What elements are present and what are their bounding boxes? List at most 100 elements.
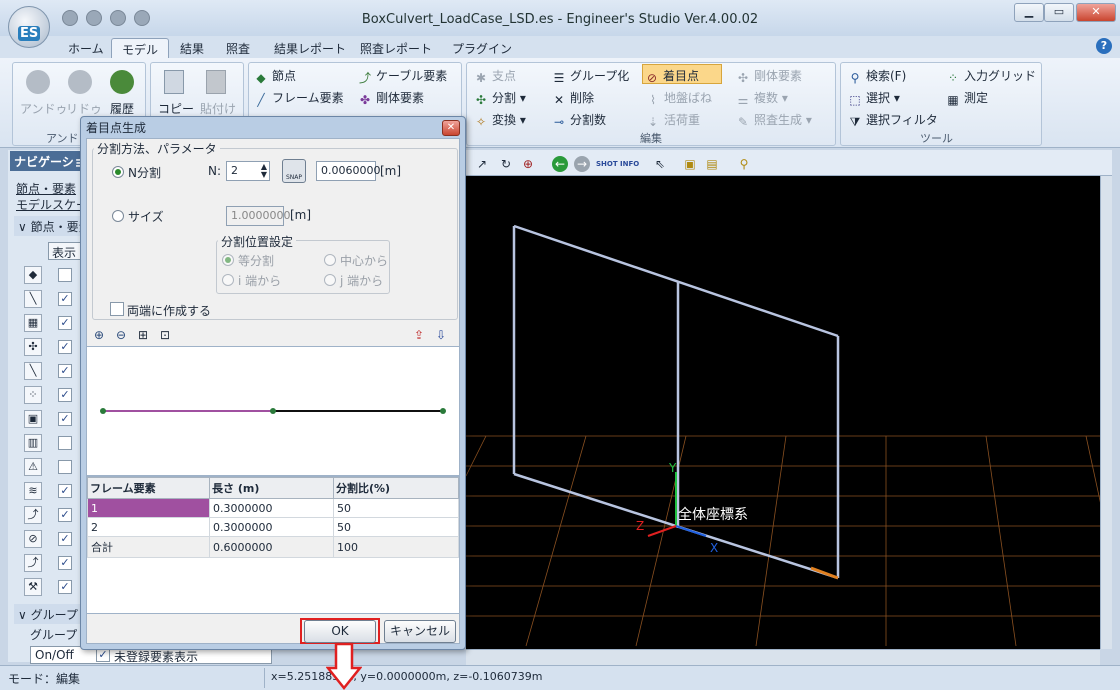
zoom-in-icon[interactable]: ⊕ <box>94 328 104 342</box>
input-grid-button[interactable]: ⁘ 入力グリッド <box>946 67 1036 85</box>
rotate-icon[interactable]: ↻ <box>498 156 514 172</box>
pick-icon[interactable]: ⇖ <box>652 156 668 172</box>
shot-icon[interactable]: SHOT <box>596 156 618 172</box>
horizontal-scrollbar[interactable] <box>466 649 1100 665</box>
node-button[interactable]: ◆ 節点 <box>254 67 296 85</box>
cell-ratio[interactable]: 50 <box>333 498 459 518</box>
nav-link-scale[interactable]: モデルスケール <box>16 196 80 213</box>
fit-icon[interactable]: ⊞ <box>138 328 148 342</box>
n-split-radio[interactable] <box>112 166 124 178</box>
dialog-close-button[interactable]: ✕ <box>442 120 460 136</box>
both-ends-checkbox[interactable] <box>110 302 124 316</box>
split-button[interactable]: ✣ 分割 ▾ <box>474 89 526 107</box>
zoom-out-icon[interactable]: ⊖ <box>116 328 126 342</box>
rigid-button[interactable]: ✤ 剛体要素 <box>358 89 424 107</box>
cell-length[interactable]: 0.3000000 <box>209 517 334 537</box>
paste-button[interactable]: 貼付け <box>200 100 236 117</box>
size-input[interactable]: 1.0000000 <box>226 206 291 226</box>
nav-row-checkbox[interactable]: ✓ <box>58 388 72 402</box>
group-tab[interactable]: グループ <box>30 626 77 643</box>
tab-home[interactable]: ホーム <box>58 38 114 58</box>
i-end-radio[interactable] <box>222 274 234 286</box>
cell-ratio[interactable]: 50 <box>333 517 459 537</box>
unassigned-checkbox[interactable]: ✓ <box>96 648 110 662</box>
nav-row-checkbox[interactable]: ✓ <box>58 340 72 354</box>
nav-row-checkbox[interactable]: ✓ <box>58 484 72 498</box>
forward-icon[interactable]: → <box>574 156 590 172</box>
cell-frame[interactable]: 2 <box>87 517 210 537</box>
import-icon[interactable]: ⇩ <box>436 328 446 342</box>
nav-row-checkbox[interactable]: ✓ <box>58 364 72 378</box>
redo-button[interactable]: リドゥ <box>66 100 102 117</box>
tab-plugin[interactable]: プラグイン <box>442 38 522 58</box>
tab-result-report[interactable]: 結果レポート <box>264 38 356 58</box>
box-deselect-icon[interactable]: ▤ <box>704 156 720 172</box>
measure-button[interactable]: ▦ 測定 <box>946 89 988 107</box>
export-icon[interactable]: ⇪ <box>414 328 424 342</box>
app-menu-button[interactable]: ES <box>8 6 50 48</box>
snap-button[interactable]: SNAP <box>282 159 306 183</box>
box-select-icon[interactable]: ▣ <box>682 156 698 172</box>
split-count-button[interactable]: ⊸ 分割数 <box>552 111 606 129</box>
zoom-find-icon[interactable]: ⚲ <box>736 156 752 172</box>
table-row[interactable]: 1 0.3000000 50 <box>87 498 459 518</box>
tab-result[interactable]: 結果 <box>170 38 214 58</box>
maximize-button[interactable]: ▭ <box>1044 3 1074 22</box>
equal-radio[interactable] <box>222 254 234 266</box>
nav-row-checkbox[interactable]: ✓ <box>58 556 72 570</box>
pan-icon[interactable]: ↗ <box>474 156 490 172</box>
nav-section-group[interactable]: ∨ グループ <box>14 604 82 624</box>
nav-link-elements[interactable]: 節点・要素 <box>16 180 80 197</box>
cancel-button[interactable]: キャンセル <box>384 620 456 643</box>
cell-length[interactable]: 0.3000000 <box>209 498 334 518</box>
check-gen-button[interactable]: ✎ 照査生成 ▾ <box>736 111 812 129</box>
ok-button[interactable]: OK <box>304 620 376 643</box>
table-row[interactable]: 2 0.3000000 50 <box>87 517 459 537</box>
back-icon[interactable]: ← <box>552 156 568 172</box>
group-button[interactable]: ☰ グループ化 <box>552 67 630 85</box>
nav-section-elements[interactable]: ∨ 節点・要素 <box>14 216 82 236</box>
nav-row-checkbox[interactable] <box>58 436 72 450</box>
nav-row-checkbox[interactable]: ✓ <box>58 412 72 426</box>
rigid2-button[interactable]: ✣ 剛体要素 <box>736 67 802 85</box>
transform-button[interactable]: ✧ 変換 ▾ <box>474 111 526 129</box>
frame-view-icon[interactable]: ⊡ <box>160 328 170 342</box>
tab-check-report[interactable]: 照査レポート <box>350 38 442 58</box>
undo-button[interactable]: アンドゥ <box>20 100 68 117</box>
delete-button[interactable]: ✕ 削除 <box>552 89 594 107</box>
vertical-scrollbar[interactable] <box>1100 176 1112 649</box>
nav-row-checkbox[interactable]: ✓ <box>58 532 72 546</box>
focus-point-button[interactable]: ⊘ 着目点 <box>642 64 722 85</box>
frame-button[interactable]: ╱ フレーム要素 <box>254 89 343 107</box>
show-button[interactable]: 表示 <box>48 242 82 260</box>
tab-model[interactable]: モデル <box>111 38 170 58</box>
help-icon[interactable]: ? <box>1096 38 1112 54</box>
search-button[interactable]: ⚲ 検索(F) <box>848 67 907 85</box>
nav-row-checkbox[interactable]: ✓ <box>58 292 72 306</box>
n-value-spinner[interactable]: 2 ▲ ▼ <box>226 161 270 181</box>
3d-viewport[interactable]: Y X Z 全体座標系 <box>465 176 1113 649</box>
cable-button[interactable]: ⤴ ケーブル要素 <box>358 67 447 85</box>
cell-frame[interactable]: 1 <box>87 498 210 518</box>
copy-button[interactable]: コピー <box>158 100 194 117</box>
ground-spring-button[interactable]: ⌇ 地盤ばね <box>646 89 712 107</box>
select-button[interactable]: ⬚ 選択 ▾ <box>848 89 900 107</box>
close-window-button[interactable]: ✕ <box>1076 3 1116 22</box>
history-button[interactable]: 履歴 <box>110 100 134 117</box>
size-radio[interactable] <box>112 210 124 222</box>
nav-row-checkbox[interactable]: ✓ <box>58 316 72 330</box>
info-icon[interactable]: INFO <box>620 156 639 172</box>
nav-row-checkbox[interactable]: ✓ <box>58 580 72 594</box>
j-end-radio[interactable] <box>324 274 336 286</box>
nav-row-checkbox[interactable] <box>58 460 72 474</box>
center-radio[interactable] <box>324 254 336 266</box>
minimize-button[interactable]: ▁ <box>1014 3 1044 22</box>
duplicate-button[interactable]: ⚌ 複数 ▾ <box>736 89 788 107</box>
tab-check[interactable]: 照査 <box>216 38 260 58</box>
nav-row-checkbox[interactable] <box>58 268 72 282</box>
select-filter-button[interactable]: ⧩ 選択フィルタ <box>848 111 938 129</box>
nav-row-checkbox[interactable]: ✓ <box>58 508 72 522</box>
length-input[interactable]: 0.0060000 <box>316 161 381 181</box>
live-load-button[interactable]: ⇣ 活荷重 <box>646 111 700 129</box>
support-button[interactable]: ✱ 支点 <box>474 67 516 85</box>
